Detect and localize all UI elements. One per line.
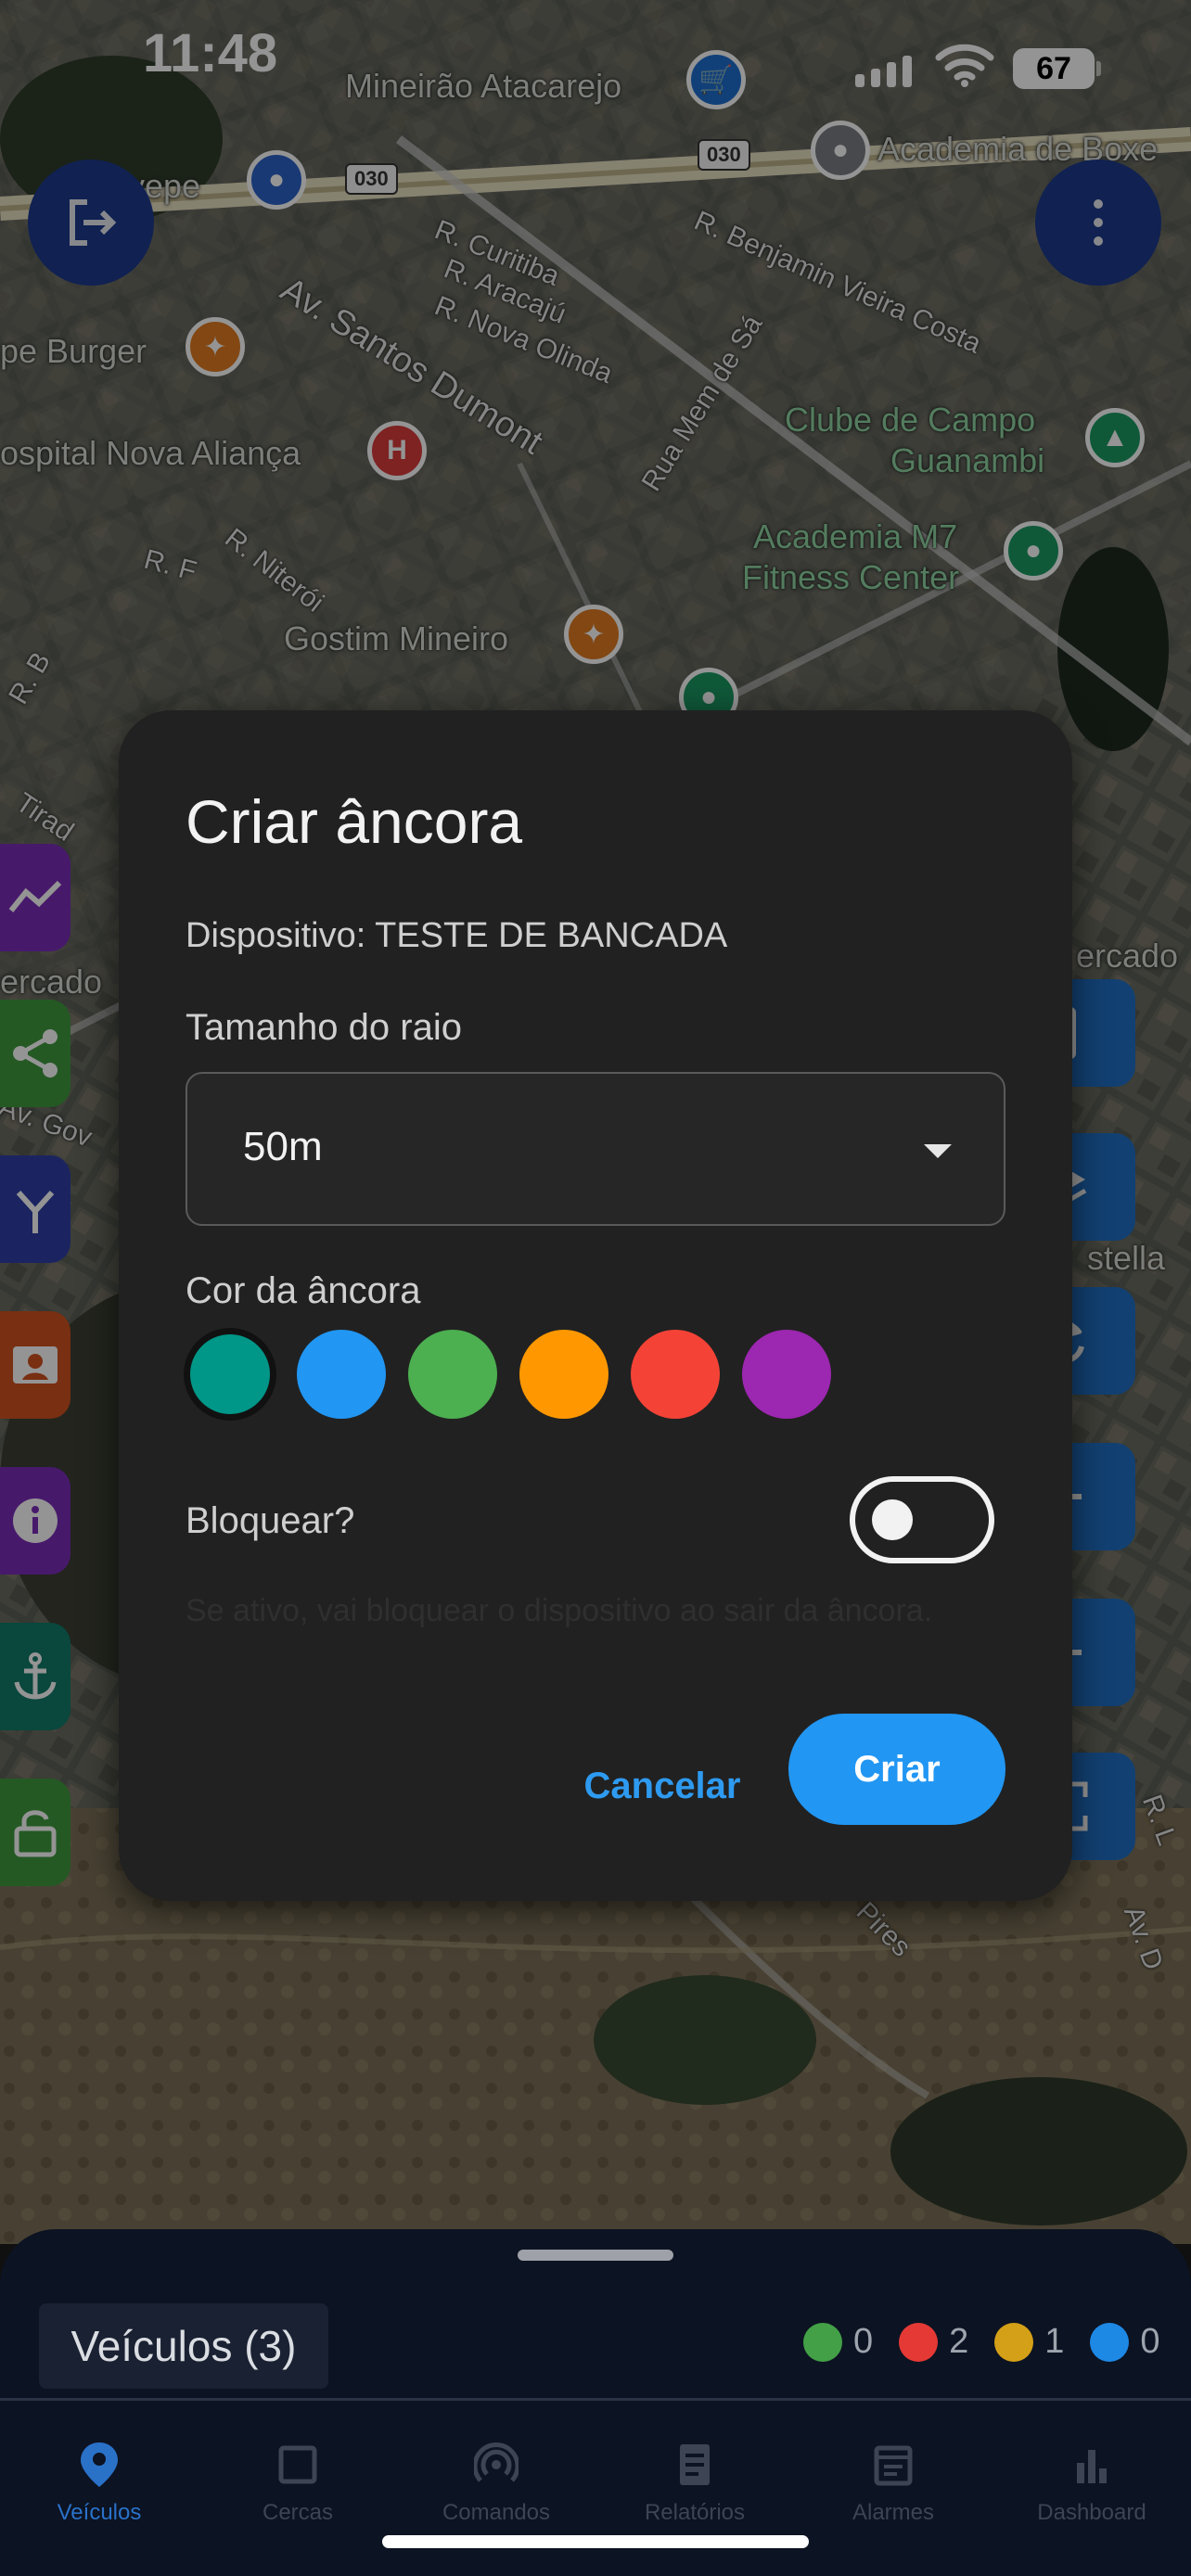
nav-label: Relatórios [644,2500,746,2525]
create-button[interactable]: Criar [788,1714,1005,1825]
status-counters: 0 2 1 0 [803,2322,1160,2362]
nav-item-dashboard[interactable]: Dashboard [992,2441,1191,2526]
green-status-dot [803,2322,842,2362]
toggle-knob [872,1499,913,1540]
counter-value: 2 [949,2322,969,2361]
counter-value: 0 [1140,2322,1160,2361]
color-swatch-blue[interactable] [297,1330,386,1419]
color-label: Cor da âncora [186,1270,421,1311]
counter-value: 0 [853,2322,874,2361]
red-status-dot [899,2322,939,2362]
nav-item-cercas[interactable]: Cercas [198,2441,397,2526]
nav-item-alarmes[interactable]: Alarmes [794,2441,992,2526]
report-icon [680,2444,710,2485]
dropdown-caret-icon [924,1144,952,1158]
color-swatch-teal[interactable] [186,1330,275,1419]
counter-value: 1 [1044,2322,1065,2361]
nav-label: Veículos [57,2500,142,2525]
block-label: Bloquear? [186,1500,355,1541]
color-swatch-row [186,1330,831,1419]
cancel-button[interactable]: Cancelar [551,1745,774,1827]
status-counter-online: 0 [803,2322,873,2362]
device-label: Dispositivo: TESTE DE BANCADA [186,916,728,955]
block-toggle[interactable] [850,1476,994,1563]
color-swatch-orange[interactable] [519,1330,608,1419]
radius-select[interactable]: 50m [186,1072,1005,1226]
nav-label: Alarmes [852,2500,935,2525]
broadcast-icon [474,2442,519,2482]
calendar-icon [874,2445,913,2486]
divider [0,2398,1191,2401]
radius-label: Tamanho do raio [186,1007,462,1048]
sheet-drag-handle[interactable] [518,2250,673,2261]
nav-label: Dashboard [1037,2500,1146,2525]
status-counter-unknown: 0 [1090,2322,1160,2362]
nav-label: Comandos [442,2500,551,2525]
location-pin-icon [81,2442,118,2487]
color-swatch-red[interactable] [631,1330,720,1419]
block-hint: Se ativo, vai bloquear o dispositivo ao … [186,1593,933,1628]
dialog-title: Criar âncora [186,787,523,856]
nav-label: Cercas [262,2500,334,2525]
vehicles-count-chip[interactable]: Veículos (3) [39,2303,328,2389]
color-swatch-purple[interactable] [742,1330,831,1419]
radius-selected-value: 50m [243,1124,323,1169]
bar-chart-icon [1077,2450,1107,2483]
create-anchor-dialog: Criar âncora Dispositivo: TESTE DE BANCA… [119,710,1072,1901]
nav-item-relatorios[interactable]: Relatórios [596,2441,794,2526]
bottom-navigation: Veículos Cercas Comandos Relatórios Alar… [0,2441,1191,2526]
bottom-sheet: Veículos (3) 0 2 1 0 Veículos Cercas Com… [0,2229,1191,2576]
status-counter-offline: 2 [899,2322,968,2362]
status-counter-idle: 1 [994,2322,1064,2362]
square-icon [278,2445,317,2484]
nav-item-comandos[interactable]: Comandos [397,2441,596,2526]
home-indicator[interactable] [382,2535,809,2548]
blue-status-dot [1090,2322,1130,2362]
color-swatch-green[interactable] [408,1330,497,1419]
yellow-status-dot [994,2322,1034,2362]
nav-item-veiculos[interactable]: Veículos [0,2441,198,2526]
